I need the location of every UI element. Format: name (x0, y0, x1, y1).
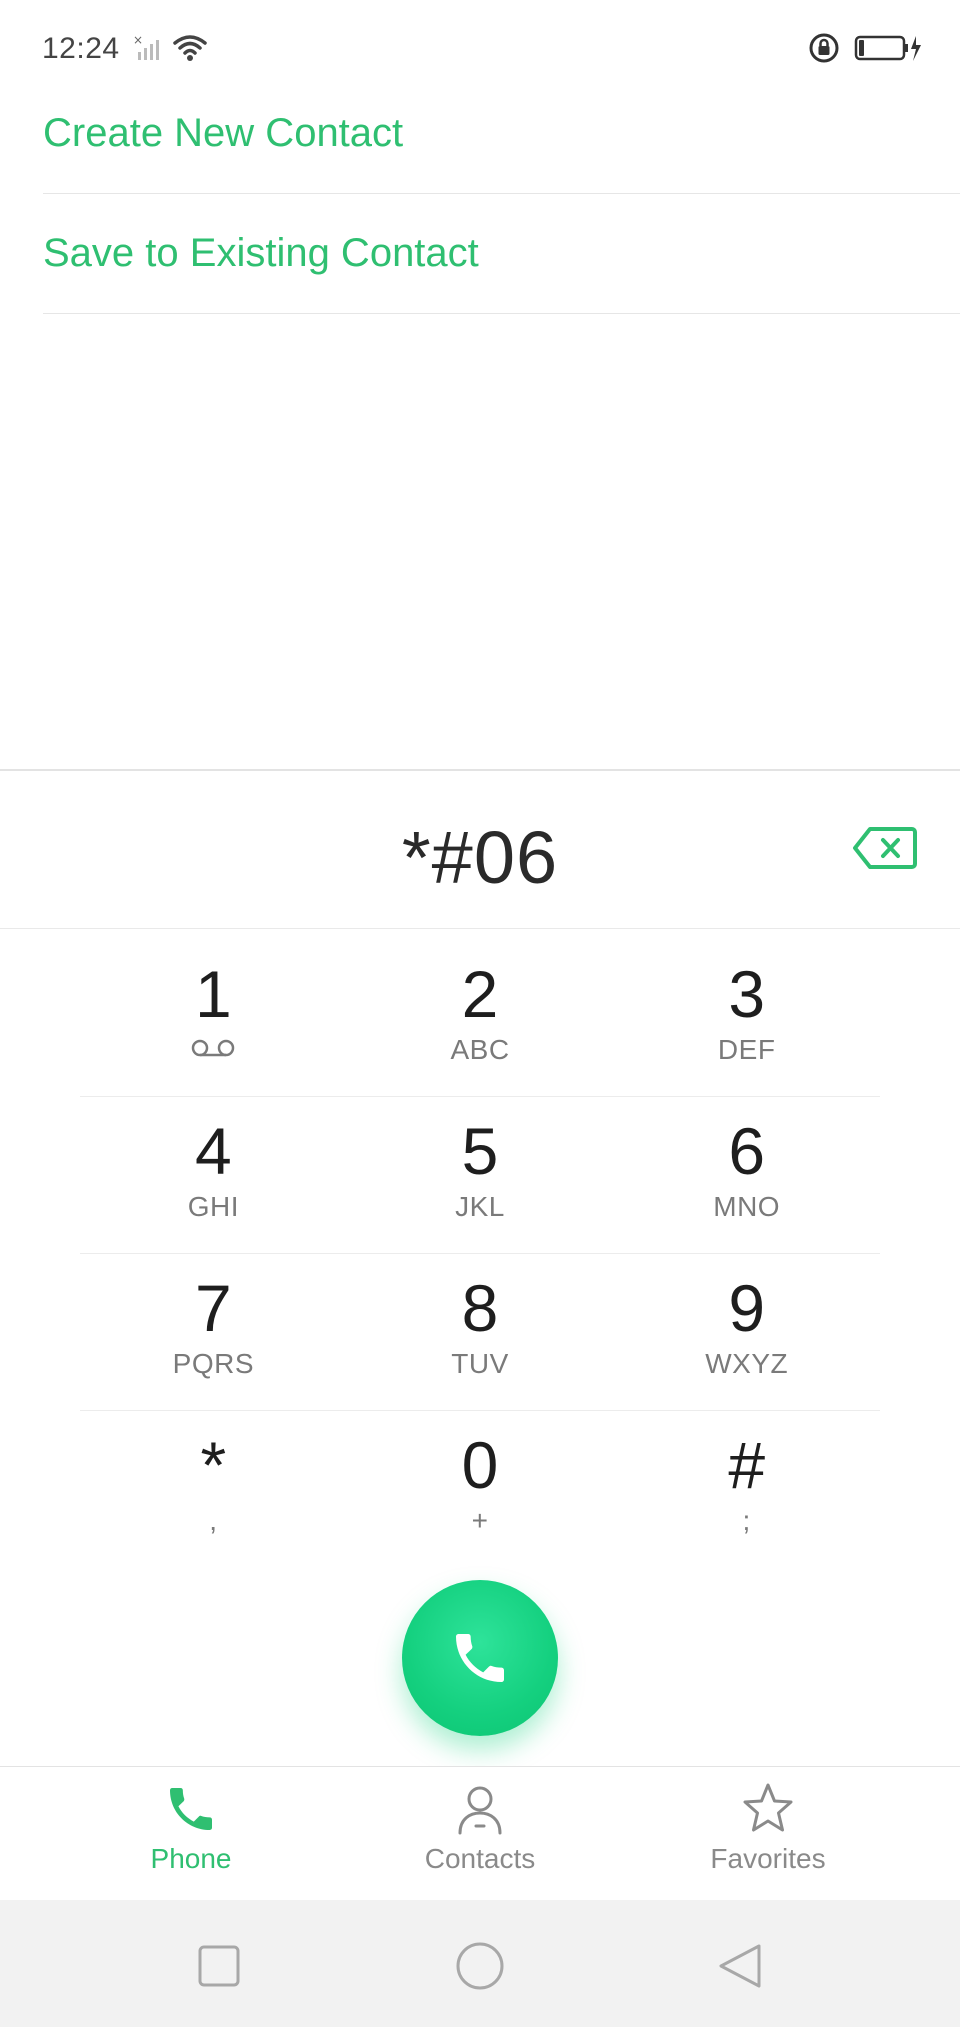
key-digit: 7 (194, 1271, 232, 1345)
dialed-number: *#06 (401, 816, 559, 899)
status-left-icons: × (132, 32, 208, 69)
voicemail-icon (189, 1034, 237, 1068)
key-letters: TUV (451, 1348, 509, 1379)
key-digit: 8 (461, 1271, 499, 1345)
key-digit: 4 (194, 1114, 232, 1188)
battery-charging-icon (854, 32, 924, 69)
tab-phone[interactable]: Phone (91, 1781, 291, 1875)
wifi-icon (172, 33, 208, 68)
rotation-lock-icon (808, 32, 840, 69)
home-button[interactable] (452, 1938, 508, 1994)
key-digit: 1 (194, 957, 232, 1031)
keypad-row: 7 PQRS 8 TUV 9 WXYZ (80, 1254, 880, 1411)
key-letters: WXYZ (705, 1348, 789, 1379)
key-8[interactable]: 8 TUV (347, 1254, 614, 1410)
tab-contacts[interactable]: Contacts (380, 1781, 580, 1875)
key-letters: JKL (455, 1191, 505, 1222)
phone-icon (456, 1634, 504, 1682)
dial-display: *#06 (0, 771, 960, 929)
key-digit: # (728, 1428, 766, 1502)
key-letters: MNO (713, 1191, 781, 1222)
key-digit: 5 (461, 1114, 499, 1188)
key-5[interactable]: 5 JKL (347, 1097, 614, 1253)
key-letters: + (471, 1505, 489, 1536)
key-star[interactable]: * , (80, 1411, 347, 1568)
contacts-icon (458, 1786, 502, 1835)
back-button[interactable] (712, 1938, 768, 1994)
create-new-contact-option[interactable]: Create New Contact (43, 74, 960, 194)
key-letters: , (209, 1505, 218, 1536)
key-7[interactable]: 7 PQRS (80, 1254, 347, 1410)
keypad-row: * , 0 + # ; (80, 1411, 880, 1568)
key-digit: 6 (728, 1114, 766, 1188)
key-2[interactable]: 2 ABC (347, 940, 614, 1096)
tab-label: Phone (150, 1843, 232, 1874)
tab-label: Favorites (710, 1843, 826, 1874)
key-hash[interactable]: # ; (613, 1411, 880, 1568)
key-letters: PQRS (172, 1348, 255, 1379)
dial-keypad: 1 2 ABC 3 DEF 4 GHI 5 JKL 6 MNO 7 PQRS 8… (80, 940, 880, 1568)
call-button[interactable] (402, 1580, 558, 1736)
keypad-row: 1 2 ABC 3 DEF (80, 940, 880, 1097)
key-digit: 9 (728, 1271, 766, 1345)
key-digit: * (200, 1428, 227, 1502)
key-letters: DEF (717, 1034, 776, 1065)
circle-icon (456, 1942, 504, 1990)
save-to-existing-contact-option[interactable]: Save to Existing Contact (43, 194, 960, 314)
key-6[interactable]: 6 MNO (613, 1097, 880, 1253)
key-digit: 0 (461, 1428, 499, 1502)
square-icon (198, 1945, 240, 1987)
key-4[interactable]: 4 GHI (80, 1097, 347, 1253)
key-digit: 2 (461, 957, 499, 1031)
key-letters: ; (742, 1505, 751, 1536)
backspace-button[interactable] (852, 825, 918, 871)
key-0[interactable]: 0 + (347, 1411, 614, 1568)
key-letters: GHI (187, 1191, 239, 1222)
recents-button[interactable] (191, 1938, 247, 1994)
bottom-tab-bar: Phone Contacts Favorites (0, 1766, 960, 1900)
tab-label: Contacts (424, 1843, 536, 1874)
tab-favorites[interactable]: Favorites (668, 1781, 868, 1875)
backspace-icon (853, 827, 917, 869)
back-triangle-icon (719, 1944, 761, 1988)
key-3[interactable]: 3 DEF (613, 940, 880, 1096)
key-digit: 3 (728, 957, 766, 1031)
star-icon (743, 1783, 793, 1832)
status-time: 12:24 (42, 32, 120, 65)
status-right-icons (808, 32, 924, 69)
key-1[interactable]: 1 (80, 940, 347, 1096)
no-sim-signal-icon: × (132, 32, 164, 69)
keypad-row: 4 GHI 5 JKL 6 MNO (80, 1097, 880, 1254)
key-letters: ABC (450, 1034, 510, 1065)
key-9[interactable]: 9 WXYZ (613, 1254, 880, 1410)
phone-icon (170, 1788, 212, 1830)
svg-text:×: × (133, 33, 143, 47)
system-nav-bar (0, 1900, 960, 2027)
